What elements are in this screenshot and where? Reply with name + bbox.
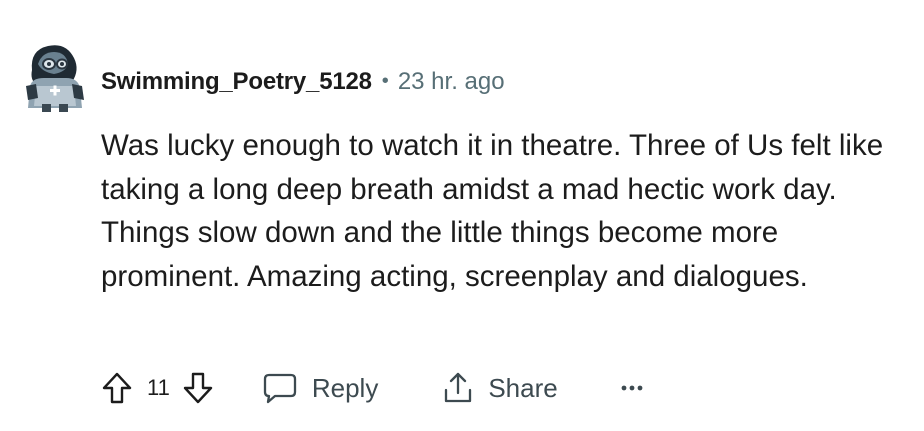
avatar[interactable]	[22, 40, 86, 112]
timestamp[interactable]: 23 hr. ago	[398, 68, 505, 96]
comment-body: Was lucky enough to watch it in theatre.…	[101, 129, 884, 293]
comment-actions: 11 Reply Share	[101, 366, 658, 410]
vote-group: 11	[101, 371, 214, 405]
arrow-down-icon	[183, 372, 213, 404]
comment-header: Swimming_Poetry_5128 • 23 hr. ago	[101, 64, 505, 100]
comment: Swimming_Poetry_5128 • 23 hr. ago Was lu…	[0, 0, 924, 431]
share-label: Share	[488, 372, 558, 403]
more-options-icon	[621, 385, 643, 391]
reply-label: Reply	[311, 372, 379, 403]
username[interactable]: Swimming_Poetry_5128	[101, 68, 372, 96]
speech-bubble-icon	[263, 373, 296, 404]
reply-button[interactable]: Reply	[262, 371, 378, 405]
meta-separator: •	[381, 69, 389, 92]
vote-score: 11	[147, 375, 170, 400]
downvote-button[interactable]	[182, 371, 214, 405]
arrow-up-icon	[102, 372, 132, 404]
more-options-button[interactable]	[620, 383, 658, 393]
share-button[interactable]: Share	[442, 371, 558, 405]
upvote-button[interactable]	[101, 371, 133, 405]
avatar-icon	[26, 45, 84, 112]
share-upload-icon	[445, 372, 472, 403]
